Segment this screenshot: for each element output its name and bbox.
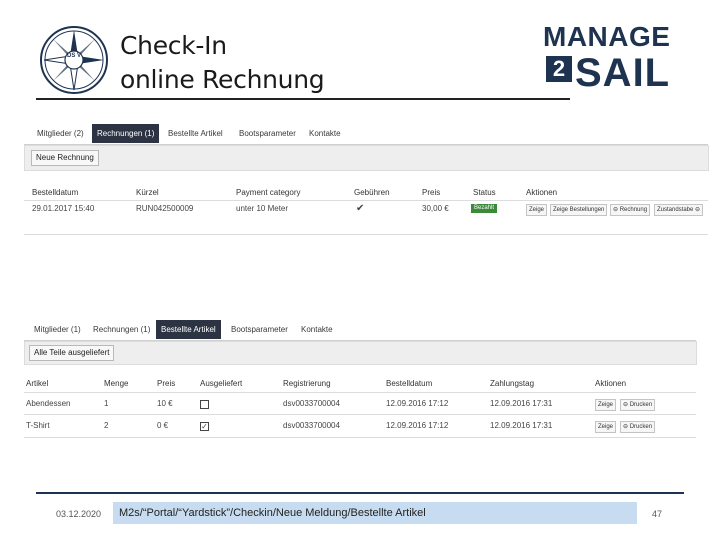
code-cell: RUN042500009: [136, 204, 194, 213]
tab-bar: Mitglieder (1) Rechnungen (1) Bestellte …: [24, 320, 696, 341]
footer-path-label: M2s/“Portal/“Yardstick”/Checkin/Neue Mel…: [113, 502, 637, 524]
table-row: Abendessen 1 10 € dsv0033700004 12.09.20…: [24, 393, 696, 414]
col-quantity[interactable]: Menge: [104, 379, 128, 388]
footer-date: 03.12.2020: [56, 509, 102, 519]
compass-emblem-icon: [40, 26, 108, 94]
page-number: 47: [652, 509, 663, 519]
article-cell: Abendessen: [26, 399, 71, 408]
col-price[interactable]: Preis: [422, 188, 440, 197]
page-title: Check-In online Rechnung: [120, 29, 325, 97]
logo-number-box: 2: [546, 56, 572, 82]
price-cell: 10 €: [157, 399, 173, 408]
title-line-1: Check-In: [120, 31, 227, 60]
table-bottom-line: [24, 437, 696, 438]
tab-boat-parameters[interactable]: Bootsparameter: [234, 124, 301, 143]
col-price[interactable]: Preis: [157, 379, 175, 388]
col-registration[interactable]: Registrierung: [283, 379, 331, 388]
tab-invoices[interactable]: Rechnungen (1): [88, 320, 155, 339]
tab-contacts[interactable]: Kontakte: [304, 124, 346, 143]
delivered-checkbox[interactable]: [200, 400, 209, 409]
price-cell: 0 €: [157, 421, 169, 430]
title-line-2: online Rechnung: [120, 65, 325, 94]
col-order-date[interactable]: Bestelldatum: [386, 379, 432, 388]
items-toolbar: Alle Teile ausgeliefert: [24, 341, 697, 365]
category-cell: unter 10 Meter: [236, 204, 289, 213]
registration-cell: dsv0033700004: [283, 421, 340, 430]
checkmark-icon: ✔: [356, 203, 365, 214]
show-button[interactable]: Zeige: [526, 204, 548, 216]
col-status[interactable]: Status: [473, 188, 496, 197]
status-table-button[interactable]: Zustandstabe ⊖: [654, 204, 704, 216]
tab-invoices[interactable]: Rechnungen (1): [92, 124, 160, 143]
col-code[interactable]: Kürzel: [136, 188, 159, 197]
col-article[interactable]: Artikel: [26, 379, 48, 388]
manage2sail-logo: MANAGE 2 SAIL: [543, 22, 689, 98]
print-button[interactable]: ⊖ Drucken: [620, 421, 656, 433]
table-row: 29.01.2017 15:40 RUN042500009 unter 10 M…: [24, 201, 708, 217]
delivered-checkbox-checked[interactable]: ✓: [200, 422, 209, 431]
order-date-cell: 12.09.2016 17:12: [386, 421, 449, 430]
ordered-items-screenshot: Mitglieder (1) Rechnungen (1) Bestellte …: [24, 320, 697, 444]
invoices-screenshot: Mitglieder (2) Rechnungen (1) Bestellte …: [24, 124, 709, 236]
col-fees[interactable]: Gebühren: [354, 188, 390, 197]
tab-members[interactable]: Mitglieder (2): [32, 124, 89, 143]
emblem-text: DS V: [66, 53, 81, 59]
status-badge: Bezahlt: [471, 204, 498, 213]
registration-cell: dsv0033700004: [283, 399, 340, 408]
col-order-date[interactable]: Bestelldatum: [32, 188, 78, 197]
quantity-cell: 1: [104, 399, 109, 408]
show-button[interactable]: Zeige: [595, 399, 617, 411]
invoices-toolbar: Neue Rechnung: [24, 145, 709, 171]
col-delivered[interactable]: Ausgeliefert: [200, 379, 242, 388]
invoice-button[interactable]: ⊖ Rechnung: [610, 204, 651, 216]
order-date-cell: 29.01.2017 15:40: [32, 204, 95, 213]
article-cell: T-Shirt: [26, 421, 50, 430]
tab-boat-parameters[interactable]: Bootsparameter: [226, 320, 293, 339]
footer-rule: [36, 492, 684, 494]
new-invoice-button[interactable]: Neue Rechnung: [31, 150, 99, 166]
tab-ordered-items[interactable]: Bestellte Artikel: [163, 124, 228, 143]
col-actions: Aktionen: [595, 379, 627, 388]
print-button[interactable]: ⊖ Drucken: [620, 399, 656, 411]
title-underline: [36, 98, 570, 100]
all-items-delivered-button[interactable]: Alle Teile ausgeliefert: [29, 345, 115, 361]
table-row: T-Shirt 2 0 € ✓ dsv0033700004 12.09.2016…: [24, 415, 696, 436]
col-actions: Aktionen: [526, 188, 558, 197]
col-payment-day[interactable]: Zahlungstag: [490, 379, 534, 388]
tab-contacts[interactable]: Kontakte: [296, 320, 338, 339]
show-orders-button[interactable]: Zeige Bestellungen: [550, 204, 608, 216]
logo-text-top: MANAGE: [543, 21, 671, 52]
tab-bar: Mitglieder (2) Rechnungen (1) Bestellte …: [24, 124, 708, 145]
quantity-cell: 2: [104, 421, 109, 430]
logo-text-bottom: SAIL: [575, 51, 671, 95]
price-cell: 30,00 €: [422, 204, 449, 213]
show-button[interactable]: Zeige: [595, 421, 617, 433]
payment-day-cell: 12.09.2016 17:31: [490, 399, 553, 408]
table-bottom-line: [24, 234, 708, 235]
tab-members[interactable]: Mitglieder (1): [29, 320, 86, 339]
order-date-cell: 12.09.2016 17:12: [386, 399, 449, 408]
tab-ordered-items[interactable]: Bestellte Artikel: [156, 320, 221, 339]
payment-day-cell: 12.09.2016 17:31: [490, 421, 553, 430]
col-payment-category[interactable]: Payment category: [236, 188, 300, 197]
